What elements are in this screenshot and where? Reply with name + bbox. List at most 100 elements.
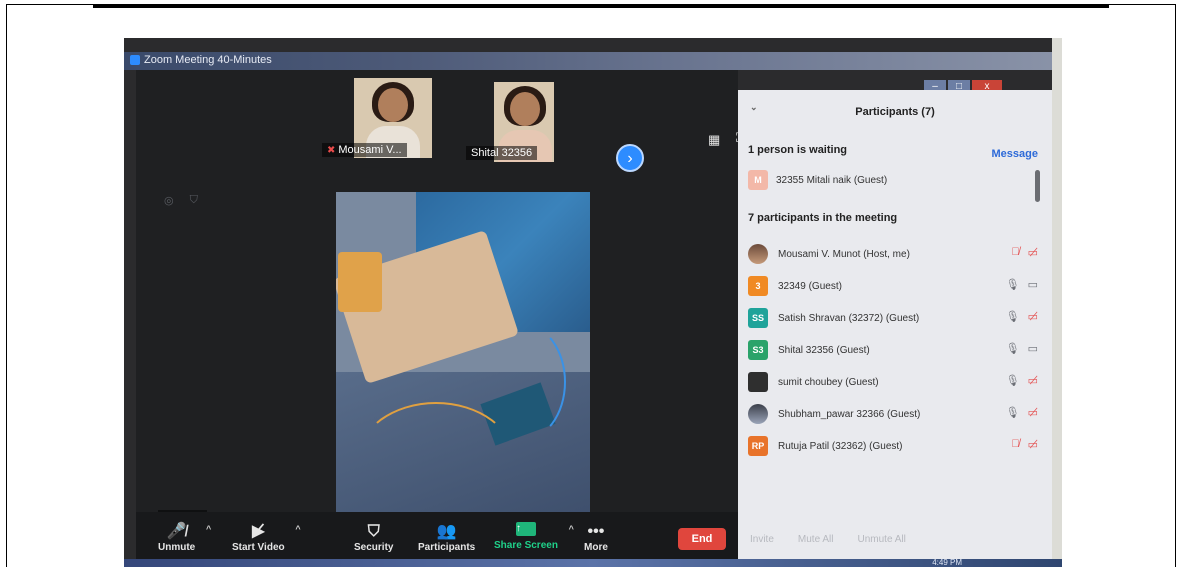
main-video [336,192,590,526]
mic-muted-icon[interactable]: 🎙̸ [1011,246,1019,259]
waiting-participant-name: 32355 Mitali naik (Guest) [776,174,888,186]
windows-taskbar: 4:49 PM [124,558,1062,567]
mic-muted-icon[interactable]: 🎙̸ [1011,438,1019,451]
participant-status-icons: 🎙 ▭̸ [1006,374,1038,387]
invite-button[interactable]: Invite [750,534,774,545]
mic-icon[interactable]: 🎙 [1006,278,1020,291]
mic-icon[interactable]: 🎙 [1006,406,1020,419]
participant-row[interactable]: Mousami V. Munot (Host, me) 🎙̸ ▭̸ [748,238,1038,270]
start-video-label: Start Video [232,542,285,553]
avatar: 3 [748,276,768,296]
participant-status-icons: 🎙 ▭̸ [1006,406,1038,419]
chevron-down-icon[interactable]: ⌄ [750,102,758,113]
participant-status-icons: 🎙 ▭ [1006,278,1038,291]
video-off-icon: ▶̸ [252,523,265,540]
ellipsis-icon: ••• [587,523,605,540]
avatar-initials: SS [751,313,764,323]
video-off-icon[interactable]: ▭̸ [1028,246,1038,259]
mic-muted-icon: 🎤̸ [166,523,187,540]
participant-name: Shital 32356 (Guest) [778,344,870,356]
participant-name: Satish Shravan (32372) (Guest) [778,312,920,324]
video-off-icon[interactable]: ▭̸ [1028,310,1038,323]
unmute-all-button[interactable]: Unmute All [857,534,905,545]
mic-icon[interactable]: 🎙 [1006,374,1020,387]
video-off-icon[interactable]: ▭̸ [1028,406,1038,419]
screen-photo: Zoom Meeting 40-Minutes ✖ Mousami V... Sh… [124,38,1062,567]
message-link[interactable]: Message [992,148,1038,160]
security-label: Security [354,542,394,553]
participant-status-icons: 🎙 ▭̸ [1006,310,1038,323]
avatar: S3 [748,340,768,360]
start-video-button[interactable]: ▶̸ Start Video ^ [232,522,301,553]
taskbar-clock: 4:49 PM [932,558,962,567]
zoom-logo-icon [130,55,140,65]
mute-all-button[interactable]: Mute All [798,534,834,545]
window-title: Zoom Meeting 40-Minutes [130,54,272,66]
zoom-titlebar: Zoom Meeting 40-Minutes [124,52,1062,70]
participants-panel-header: ⌄ Participants (7) [738,102,1052,118]
avatar-initials: S3 [752,345,764,355]
document-top-rule [93,5,1109,8]
participants-panel-footer: Invite Mute All Unmute All [750,534,906,545]
next-page-button[interactable]: › [616,144,644,172]
people-icon: 👥 [436,523,457,540]
participants-button[interactable]: 👥 Participants [418,522,475,553]
video-off-icon[interactable]: ▭̸ [1028,438,1038,451]
photo-background-edge [1052,38,1062,567]
chevron-up-icon[interactable]: ^ [569,524,574,534]
participants-label: Participants [418,542,476,553]
end-meeting-button[interactable]: End [678,528,726,550]
participant-name: 32349 (Guest) [778,280,842,292]
unmute-label: Unmute [158,542,196,553]
video-off-icon[interactable]: ▭̸ [1028,374,1038,387]
participant-row[interactable]: S3 Shital 32356 (Guest) 🎙 ▭ [748,334,1038,366]
share-screen-button[interactable]: ↑ Share Screen ^ [494,522,574,551]
mic-icon[interactable]: 🎙 [1006,310,1020,323]
security-button[interactable]: ⛉ Security [354,522,393,553]
thumbnail-label-shital: Shital 32356 [466,146,538,160]
participant-list: Mousami V. Munot (Host, me) 🎙̸ ▭̸ 3 3234… [748,238,1038,462]
avatar: RP [748,436,768,456]
participant-row[interactable]: SS Satish Shravan (32372) (Guest) 🎙 ▭̸ [748,302,1038,334]
left-status-icons: ◎ ⛉ [164,194,198,207]
participant-name: sumit choubey (Guest) [778,376,879,388]
avatar: M [748,170,768,190]
participant-row[interactable]: sumit choubey (Guest) 🎙 ▭̸ [748,366,1038,398]
thumbnail-name: Mousami V... [338,144,402,156]
participant-row[interactable]: Shubham_pawar 32366 (Guest) 🎙 ▭̸ [748,398,1038,430]
participant-status-icons: 🎙̸ ▭̸ [1011,246,1038,259]
participant-name: Rutuja Patil (32362) (Guest) [778,440,903,452]
video-icon[interactable]: ▭ [1028,342,1038,355]
share-screen-label: Share Screen [494,540,558,551]
participants-panel-title: Participants (7) [855,106,935,118]
chevron-up-icon[interactable]: ^ [295,524,300,534]
share-screen-icon: ↑ [515,522,536,536]
mic-icon[interactable]: 🎙 [1006,342,1020,355]
thumbnail-name: Shital 32356 [471,147,533,159]
participant-row[interactable]: 3 32349 (Guest) 🎙 ▭ [748,270,1038,302]
grid-icon[interactable]: ▦ [708,132,720,148]
thumbnail-face [510,92,540,126]
recording-icon: ◎ [164,195,174,207]
avatar-initials: M [754,175,762,185]
avatar-initials: RP [751,441,765,451]
thumbnail-face [378,88,408,122]
participant-name: Mousami V. Munot (Host, me) [778,248,910,260]
unmute-button[interactable]: 🎤̸ Unmute ^ [158,522,211,553]
shield-icon: ⛉ [189,194,198,206]
avatar: SS [748,308,768,328]
meeting-participants-header: 7 participants in the meeting [748,212,898,224]
participant-row[interactable]: RP Rutuja Patil (32362) (Guest) 🎙̸ ▭̸ [748,430,1038,462]
more-label: More [584,542,608,553]
more-button[interactable]: ••• More [584,522,608,553]
video-icon[interactable]: ▭ [1028,278,1038,291]
participant-status-icons: 🎙̸ ▭̸ [1011,438,1038,451]
avatar [748,404,768,424]
panel-scrollbar[interactable] [1035,170,1040,202]
avatar [748,372,768,392]
participant-name: Shubham_pawar 32366 (Guest) [778,408,921,420]
waiting-participant-row[interactable]: M 32355 Mitali naik (Guest) [748,170,887,190]
mic-muted-icon: ✖ [327,145,336,156]
chevron-up-icon[interactable]: ^ [206,524,211,534]
avatar-initials: 3 [755,281,761,291]
